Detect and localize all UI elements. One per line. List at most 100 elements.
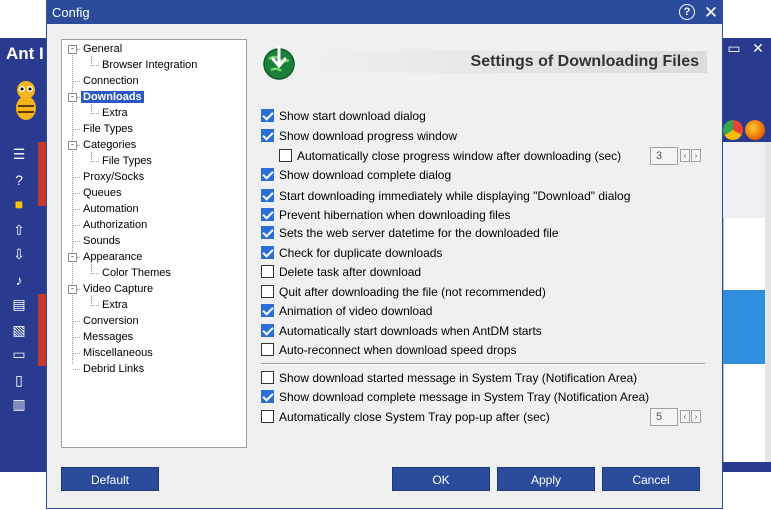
tree-item-label: File Types: [102, 155, 152, 167]
spin-right-arrow-icon[interactable]: ›: [691, 149, 701, 162]
tree-connector: [73, 193, 80, 194]
window-icon: ▭: [12, 346, 26, 362]
tree-item-color-themes[interactable]: Color Themes: [100, 265, 173, 281]
checkbox-unchecked[interactable]: [261, 410, 274, 423]
collapse-icon[interactable]: -: [68, 253, 77, 262]
section-separator: [261, 363, 705, 365]
tree-item-automation[interactable]: Automation: [81, 201, 141, 217]
tree-item-label: Conversion: [83, 315, 139, 327]
chrome-icon: [723, 120, 743, 140]
tree-item-authorization[interactable]: Authorization: [81, 217, 149, 233]
tree-connector: [73, 369, 80, 370]
background-right-pane: ▭ ✕: [723, 38, 771, 472]
tree-item-file-types[interactable]: File Types: [100, 153, 154, 169]
close-button[interactable]: ✕: [701, 1, 721, 24]
tree-item-video-capture[interactable]: Video Capture: [81, 281, 155, 297]
tree-item-label: Sounds: [83, 235, 121, 247]
upload-icon: ⇧: [13, 222, 25, 238]
spinbox-value[interactable]: 5: [650, 408, 678, 426]
tree-item-label: Miscellaneous: [83, 347, 153, 359]
globe-download-icon: [261, 45, 297, 81]
help-button[interactable]: ?: [679, 4, 695, 20]
collapse-icon[interactable]: -: [68, 45, 77, 54]
tree-item-browser-integration[interactable]: Browser Integration: [100, 57, 199, 73]
tree-connector: [73, 337, 80, 338]
option-label: Automatically start downloads when AntDM…: [279, 324, 542, 338]
tree-item-queues[interactable]: Queues: [81, 185, 124, 201]
tree-item-appearance[interactable]: Appearance: [81, 249, 144, 265]
seconds-spinbox[interactable]: 5 ‹ ›: [650, 408, 702, 426]
checkbox-checked[interactable]: [261, 189, 274, 202]
tree-item-label: Automation: [83, 203, 139, 215]
tree-icon: ☰: [12, 146, 26, 162]
checkbox-checked[interactable]: [261, 246, 274, 259]
background-selected-row: [723, 290, 765, 364]
tree-item-debrid-links[interactable]: Debrid Links: [81, 361, 146, 377]
spinbox-value[interactable]: 3: [650, 147, 678, 165]
tree-item-miscellaneous[interactable]: Miscellaneous: [81, 345, 155, 361]
option-label: Automatically close System Tray pop-up a…: [279, 410, 550, 424]
checkbox-checked[interactable]: [261, 208, 274, 221]
option-label: Show download progress window: [279, 129, 458, 143]
checkbox-checked[interactable]: [261, 109, 274, 122]
option-label: Sets the web server datetime for the dow…: [279, 226, 559, 240]
checkbox-unchecked[interactable]: [279, 149, 292, 162]
tree-item-messages[interactable]: Messages: [81, 329, 135, 345]
help-circle-icon: ?: [15, 172, 23, 188]
tree-item-extra[interactable]: Extra: [100, 297, 130, 313]
tree-connector: [73, 321, 80, 322]
tree-connector: [73, 177, 80, 178]
tree-item-file-types[interactable]: File Types: [81, 121, 135, 137]
checkbox-unchecked[interactable]: [261, 371, 274, 384]
settings-tree[interactable]: General - Browser Integration Connection Dow…: [61, 39, 247, 448]
tree-item-label: Debrid Links: [83, 363, 145, 375]
checkbox-checked[interactable]: [261, 390, 274, 403]
checkbox-unchecked[interactable]: [261, 285, 274, 298]
spin-left-arrow-icon[interactable]: ‹: [680, 149, 690, 162]
image-icon: ▧: [12, 322, 26, 338]
checkbox-checked[interactable]: [261, 129, 274, 142]
minimize-icon: ▭: [727, 40, 741, 56]
checkbox-checked[interactable]: [261, 324, 274, 337]
tree-item-downloads[interactable]: Downloads: [81, 89, 144, 105]
tree-connector: [73, 129, 80, 130]
archive-icon: ▥: [12, 396, 26, 412]
checkbox-checked[interactable]: [261, 168, 274, 181]
collapse-icon[interactable]: -: [68, 141, 77, 150]
tree-connector: [92, 113, 99, 114]
seconds-spinbox[interactable]: 3 ‹ ›: [650, 147, 702, 165]
tree-connector: [92, 305, 99, 306]
collapse-icon[interactable]: -: [68, 93, 77, 102]
background-accent-strip: [38, 142, 46, 206]
checkbox-unchecked[interactable]: [261, 265, 274, 278]
tree-item-label: Browser Integration: [102, 59, 198, 71]
dialog-titlebar[interactable]: Config ? ✕: [47, 1, 722, 24]
collapse-icon[interactable]: -: [68, 285, 77, 294]
tree-item-proxy-socks[interactable]: Proxy/Socks: [81, 169, 146, 185]
cancel-button[interactable]: Cancel: [602, 467, 700, 491]
default-button[interactable]: Default: [61, 467, 159, 491]
background-toolbar: ☰ ? ■ ⇧ ⇩ ♪ ▤ ▧ ▭ ▯ ▥: [0, 138, 38, 472]
option-label: Auto-reconnect when download speed drops: [279, 343, 517, 357]
tree-item-conversion[interactable]: Conversion: [81, 313, 141, 329]
tree-connector: [92, 65, 99, 66]
checkbox-checked[interactable]: [261, 226, 274, 239]
background-list-header: [723, 142, 765, 218]
tree-item-extra[interactable]: Extra: [100, 105, 130, 121]
tree-connector: [92, 161, 99, 162]
option-label: Prevent hibernation when downloading fil…: [279, 208, 511, 222]
background-accent-strip: [38, 294, 46, 366]
tree-item-connection[interactable]: Connection: [81, 73, 141, 89]
tree-item-sounds[interactable]: Sounds: [81, 233, 122, 249]
tree-item-categories[interactable]: Categories: [81, 137, 138, 153]
apply-button[interactable]: Apply: [497, 467, 595, 491]
spin-right-arrow-icon[interactable]: ›: [691, 410, 701, 423]
spin-left-arrow-icon[interactable]: ‹: [680, 410, 690, 423]
tree-connector: [73, 81, 80, 82]
checkbox-checked[interactable]: [261, 304, 274, 317]
background-scrollbar: [765, 142, 771, 462]
checkbox-unchecked[interactable]: [261, 343, 274, 356]
tree-item-general[interactable]: General: [81, 41, 124, 57]
ok-button[interactable]: OK: [392, 467, 490, 491]
tree-item-label: Video Capture: [83, 283, 154, 295]
